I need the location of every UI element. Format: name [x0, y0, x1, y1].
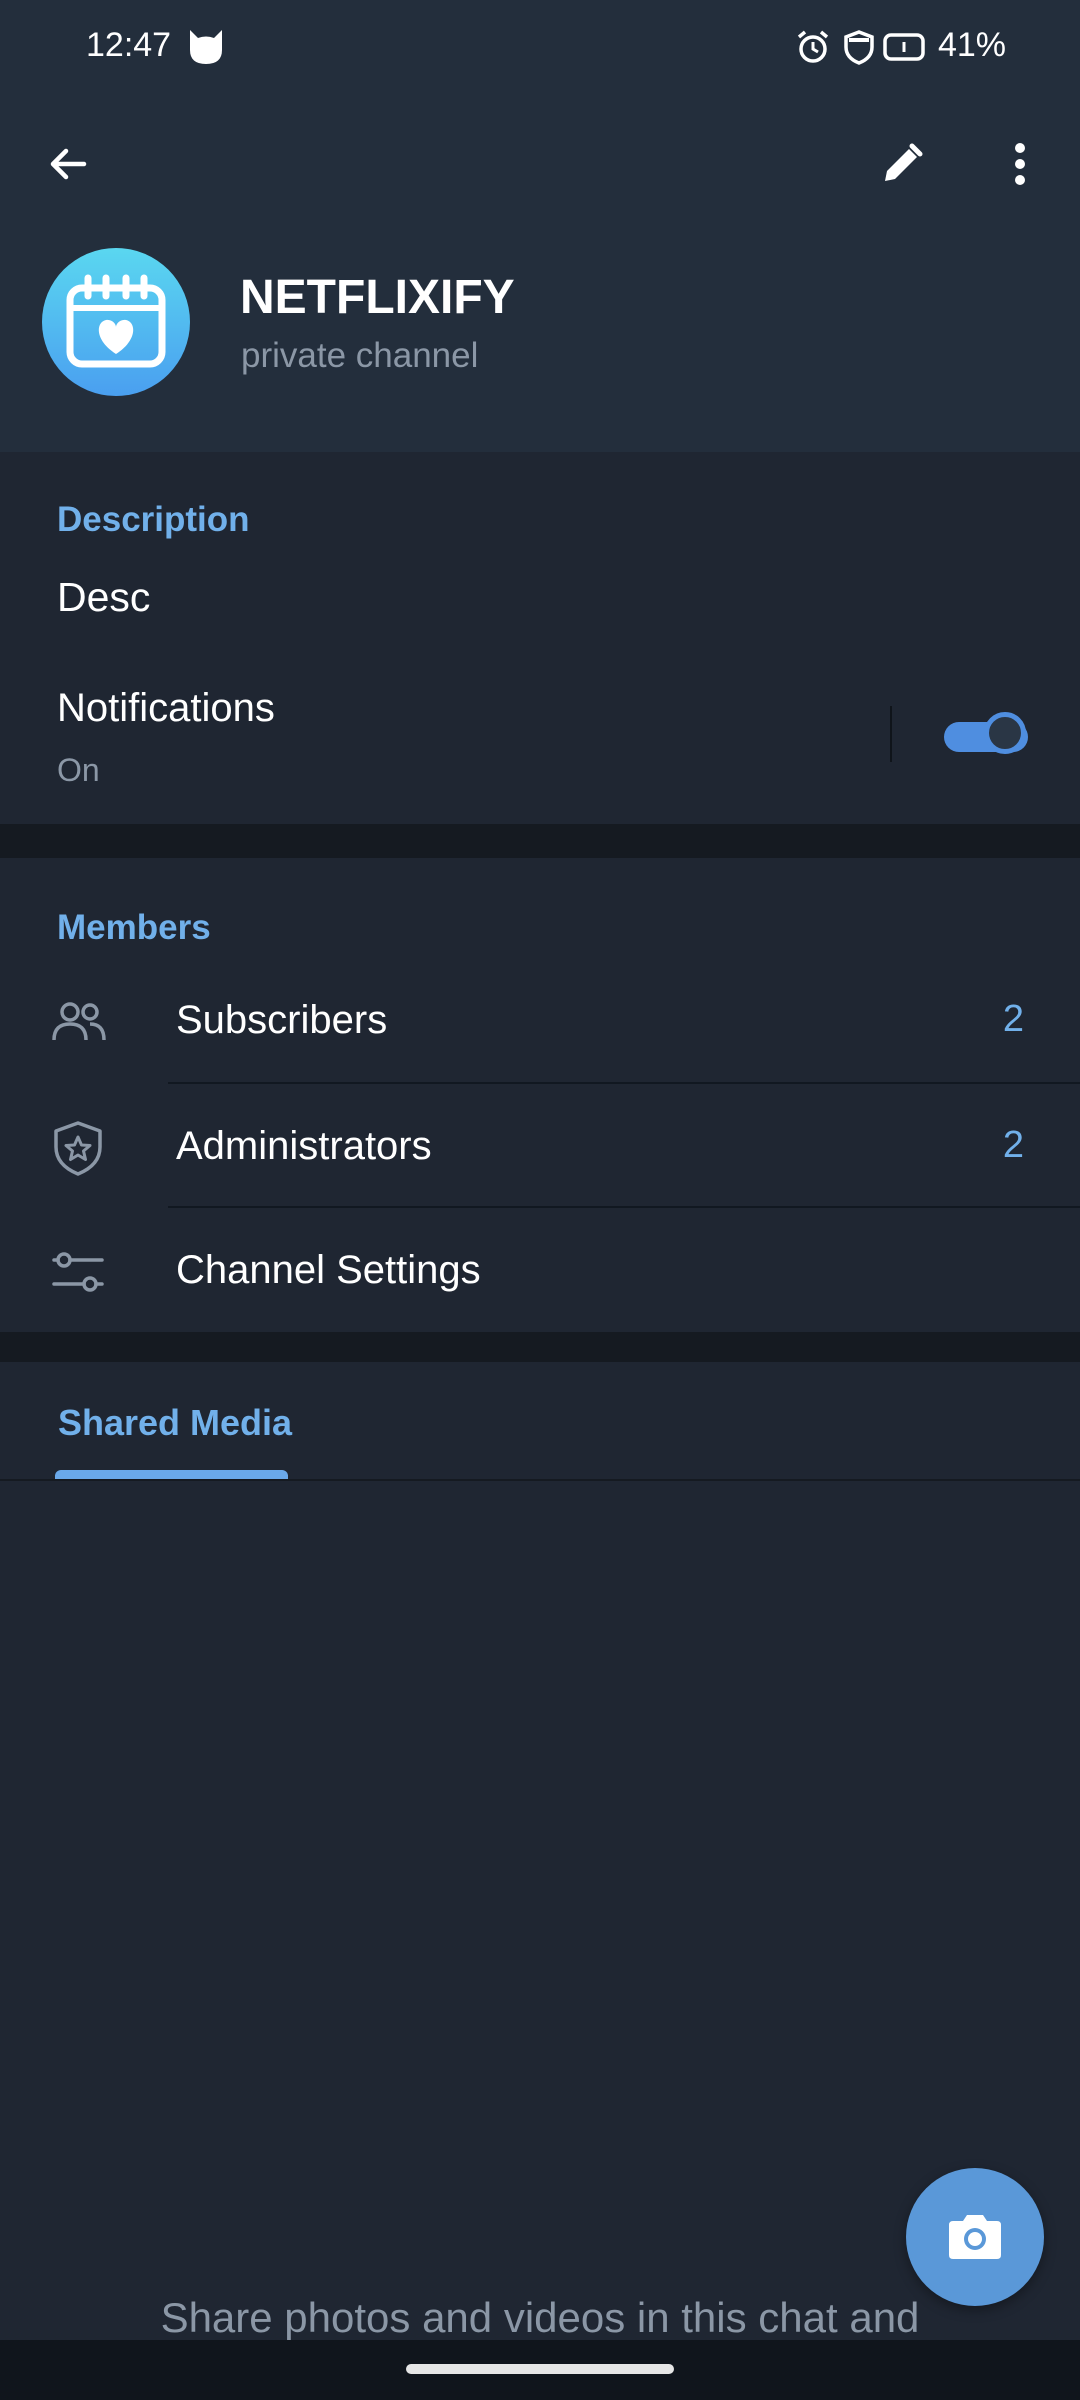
channel-settings-row[interactable]: Channel Settings	[0, 1208, 1080, 1332]
camera-icon	[949, 2215, 1001, 2259]
section-gap	[0, 824, 1080, 858]
status-time: 12:47	[86, 26, 172, 64]
channel-name: NETFLIXIFY	[240, 271, 515, 324]
camera-button[interactable]	[906, 2168, 1044, 2306]
channel-settings-label: Channel Settings	[176, 1248, 481, 1292]
subscribers-label: Subscribers	[176, 998, 388, 1042]
cat-icon	[190, 30, 222, 64]
battery-saver-icon	[883, 33, 925, 61]
tab-divider	[0, 1479, 1080, 1481]
sliders-icon	[52, 1252, 104, 1292]
notifications-label[interactable]: Notifications	[57, 686, 275, 731]
shield-status-icon	[844, 30, 874, 65]
alarm-icon	[797, 30, 829, 63]
administrators-label: Administrators	[176, 1124, 432, 1168]
section-gap	[0, 1332, 1080, 1362]
more-options-button[interactable]	[980, 124, 1060, 204]
edit-button[interactable]	[862, 124, 942, 204]
more-vertical-icon	[1015, 143, 1025, 185]
channel-type: private channel	[241, 336, 479, 375]
toggle-knob	[984, 712, 1026, 754]
description-title: Description	[57, 500, 250, 539]
calendar-heart-icon	[66, 274, 166, 368]
tab-shared-media[interactable]: Shared Media	[58, 1402, 292, 1444]
battery-percent: 41%	[937, 26, 1006, 64]
empty-media-text: Share photos and videos in this chat and	[160, 2294, 920, 2341]
shared-media-section	[0, 1362, 1080, 2340]
notifications-toggle[interactable]	[944, 712, 1028, 756]
notifications-state: On	[57, 752, 100, 788]
description-text[interactable]: Desc	[57, 574, 150, 621]
pencil-icon	[885, 143, 923, 181]
home-gesture-pill[interactable]	[406, 2364, 674, 2374]
administrators-row[interactable]: Administrators 2	[0, 1084, 1080, 1208]
people-icon	[52, 1002, 106, 1041]
members-title: Members	[57, 908, 211, 947]
tab-indicator	[55, 1470, 288, 1479]
subscribers-row[interactable]: Subscribers 2	[0, 958, 1080, 1082]
arrow-left-icon	[50, 148, 87, 180]
channel-avatar[interactable]	[42, 248, 190, 396]
shield-star-icon	[54, 1121, 102, 1176]
profile-header: 12:47 41% NETFLIXIFY private channel	[0, 0, 1080, 452]
back-button[interactable]	[28, 124, 108, 204]
subscribers-count: 2	[1002, 998, 1024, 1040]
administrators-count: 2	[1002, 1124, 1024, 1166]
divider	[890, 706, 892, 762]
status-bar: 12:47 41%	[0, 0, 1080, 96]
